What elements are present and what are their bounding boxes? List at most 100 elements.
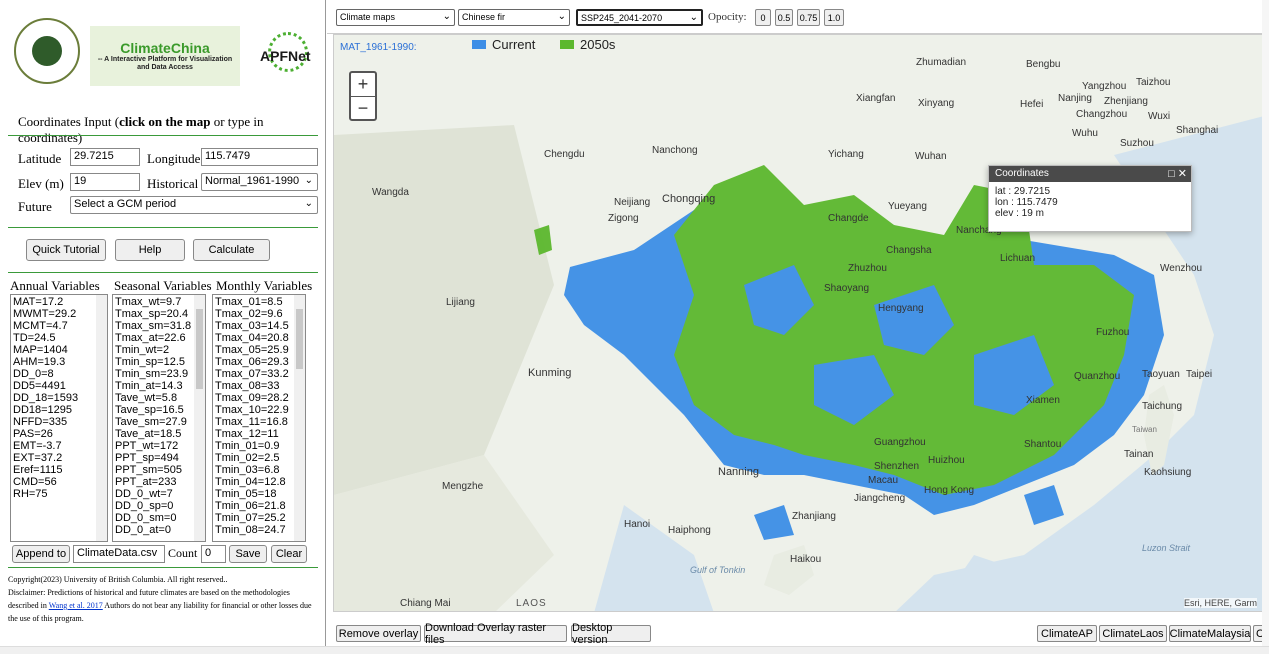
list-item[interactable]: Eref=1115 bbox=[13, 464, 105, 476]
place-label: Yichang bbox=[828, 149, 864, 160]
list-item[interactable]: Tave_sp=16.5 bbox=[115, 404, 203, 416]
list-item[interactable]: DD18=1295 bbox=[13, 404, 105, 416]
list-item[interactable]: Tmax_09=28.2 bbox=[215, 392, 303, 404]
list-item[interactable]: Tmin_07=25.2 bbox=[215, 512, 303, 524]
remove-overlay-button[interactable]: Remove overlay bbox=[336, 625, 421, 642]
opacity-075-button[interactable]: 0.75 bbox=[797, 9, 820, 26]
list-item[interactable]: Tmax_04=20.8 bbox=[215, 332, 303, 344]
close-icon[interactable]: ✕ bbox=[1178, 168, 1187, 180]
list-item[interactable]: DD_18=1593 bbox=[13, 392, 105, 404]
list-item[interactable]: Tmax_05=25.9 bbox=[215, 344, 303, 356]
list-item[interactable]: DD_0_sm=0 bbox=[115, 512, 203, 524]
list-item[interactable]: Tmax_wt=9.7 bbox=[115, 296, 203, 308]
climatelaos-link[interactable]: ClimateLaos bbox=[1099, 625, 1167, 642]
quick-tutorial-button[interactable]: Quick Tutorial bbox=[26, 239, 106, 261]
map-type-value: Climate maps bbox=[340, 12, 396, 22]
historical-label: Historical bbox=[147, 176, 199, 191]
list-item[interactable]: Tave_sm=27.9 bbox=[115, 416, 203, 428]
list-item[interactable]: Tave_at=18.5 bbox=[115, 428, 203, 440]
list-item[interactable]: Tmax_11=16.8 bbox=[215, 416, 303, 428]
clear-button[interactable]: Clear bbox=[271, 545, 307, 563]
append-to-button[interactable]: Append to bbox=[12, 545, 70, 563]
annual-variables-list[interactable]: MAT=17.2 MWMT=29.2 MCMT=4.7 TD=24.5 MAP=1404… bbox=[10, 294, 108, 542]
list-item[interactable]: Tmax_sm=31.8 bbox=[115, 320, 203, 332]
list-item[interactable]: EXT=37.2 bbox=[13, 452, 105, 464]
list-item[interactable]: Tmin_03=6.8 bbox=[215, 464, 303, 476]
list-item[interactable]: EMT=-3.7 bbox=[13, 440, 105, 452]
list-item[interactable]: Tmin_sp=12.5 bbox=[115, 356, 203, 368]
list-item[interactable]: DD_0_sp=0 bbox=[115, 500, 203, 512]
list-item[interactable]: MCMT=4.7 bbox=[13, 320, 105, 332]
scenario-select[interactable]: SSP245_2041-2070 ⌄ bbox=[576, 9, 703, 26]
list-item[interactable]: Tmin_sm=23.9 bbox=[115, 368, 203, 380]
zoom-out-button[interactable]: − bbox=[351, 97, 375, 120]
list-item[interactable]: Tmax_02=9.6 bbox=[215, 308, 303, 320]
opacity-05-button[interactable]: 0.5 bbox=[775, 9, 793, 26]
map-type-select[interactable]: Climate maps ⌄ bbox=[336, 9, 455, 26]
list-item[interactable]: Tmin_04=12.8 bbox=[215, 476, 303, 488]
save-button[interactable]: Save bbox=[229, 545, 267, 563]
list-item[interactable]: NFFD=335 bbox=[13, 416, 105, 428]
list-item[interactable]: Tmax_03=14.5 bbox=[215, 320, 303, 332]
seasonal-variables-header: Seasonal Variables bbox=[114, 278, 212, 293]
list-item[interactable]: DD_0_at=0 bbox=[115, 524, 203, 536]
list-item[interactable]: MAP=1404 bbox=[13, 344, 105, 356]
list-item[interactable]: Tmin_06=21.8 bbox=[215, 500, 303, 512]
wang-2017-link[interactable]: Wang et al. 2017 bbox=[49, 601, 103, 610]
list-item[interactable]: Tmax_07=33.2 bbox=[215, 368, 303, 380]
list-item[interactable]: Tmax_06=29.3 bbox=[215, 356, 303, 368]
place-label: Chengdu bbox=[544, 149, 585, 160]
list-item[interactable]: Tmin_01=0.9 bbox=[215, 440, 303, 452]
list-item[interactable]: TD=24.5 bbox=[13, 332, 105, 344]
vertical-scrollbar[interactable] bbox=[1262, 0, 1269, 646]
list-item[interactable]: PPT_sm=505 bbox=[115, 464, 203, 476]
opacity-0-button[interactable]: 0 bbox=[755, 9, 771, 26]
zoom-in-button[interactable]: + bbox=[351, 73, 375, 96]
list-item[interactable]: PAS=26 bbox=[13, 428, 105, 440]
list-item[interactable]: Tmax_sp=20.4 bbox=[115, 308, 203, 320]
list-item[interactable]: DD5=4491 bbox=[13, 380, 105, 392]
list-item[interactable]: Tmin_at=14.3 bbox=[115, 380, 203, 392]
historical-select[interactable]: Normal_1961-1990 ⌄ bbox=[201, 173, 318, 191]
download-overlay-button[interactable]: Download Overlay raster files bbox=[424, 622, 567, 646]
climatemalaysia-link[interactable]: ClimateMalaysia bbox=[1169, 625, 1251, 642]
desktop-version-button[interactable]: Desktop version bbox=[571, 622, 651, 646]
list-item[interactable]: Tmax_08=33 bbox=[215, 380, 303, 392]
list-item[interactable]: Tmin_02=2.5 bbox=[215, 452, 303, 464]
species-select[interactable]: Chinese fir ⌄ bbox=[458, 9, 570, 26]
list-item[interactable]: PPT_at=233 bbox=[115, 476, 203, 488]
opacity-1-button[interactable]: 1.0 bbox=[824, 9, 844, 26]
longitude-input[interactable]: 115.7479 bbox=[201, 148, 318, 166]
list-item[interactable]: Tmax_12=11 bbox=[215, 428, 303, 440]
file-name-input[interactable]: ClimateData.csv bbox=[73, 545, 165, 563]
list-item[interactable]: MAT=17.2 bbox=[13, 296, 105, 308]
calculate-button[interactable]: Calculate bbox=[193, 239, 270, 261]
seasonal-variables-list[interactable]: Tmax_wt=9.7 Tmax_sp=20.4 Tmax_sm=31.8 Tmax_… bbox=[112, 294, 206, 542]
map-canvas[interactable]: MAT_1961-1990: Current 2050s + − Zhumadi… bbox=[333, 34, 1267, 612]
horizontal-scrollbar[interactable] bbox=[0, 646, 1269, 654]
latitude-input[interactable]: 29.7215 bbox=[70, 148, 140, 166]
place-label: Taichung bbox=[1142, 401, 1183, 412]
future-select[interactable]: Select a GCM period ⌄ bbox=[70, 196, 318, 214]
list-item[interactable]: PPT_wt=172 bbox=[115, 440, 203, 452]
list-item[interactable]: DD_0=8 bbox=[13, 368, 105, 380]
list-item[interactable]: Tmax_01=8.5 bbox=[215, 296, 303, 308]
list-item[interactable]: Tmin_wt=2 bbox=[115, 344, 203, 356]
list-item[interactable]: Tmax_10=22.9 bbox=[215, 404, 303, 416]
monthly-variables-list[interactable]: Tmax_01=8.5 Tmax_02=9.6 Tmax_03=14.5 Tmax_0… bbox=[212, 294, 306, 542]
list-item[interactable]: CMD=56 bbox=[13, 476, 105, 488]
list-item[interactable]: Tave_wt=5.8 bbox=[115, 392, 203, 404]
climateap-link[interactable]: ClimateAP bbox=[1037, 625, 1097, 642]
list-item[interactable]: AHM=19.3 bbox=[13, 356, 105, 368]
maximize-icon[interactable]: □ bbox=[1168, 168, 1175, 180]
help-button[interactable]: Help bbox=[115, 239, 185, 261]
list-item[interactable]: PPT_sp=494 bbox=[115, 452, 203, 464]
list-item[interactable]: RH=75 bbox=[13, 488, 105, 500]
count-input[interactable]: 0 bbox=[201, 545, 226, 563]
list-item[interactable]: DD_0_wt=7 bbox=[115, 488, 203, 500]
list-item[interactable]: MWMT=29.2 bbox=[13, 308, 105, 320]
list-item[interactable]: Tmin_05=18 bbox=[215, 488, 303, 500]
list-item[interactable]: Tmax_at=22.6 bbox=[115, 332, 203, 344]
list-item[interactable]: Tmin_08=24.7 bbox=[215, 524, 303, 536]
elev-input[interactable]: 19 bbox=[70, 173, 140, 191]
